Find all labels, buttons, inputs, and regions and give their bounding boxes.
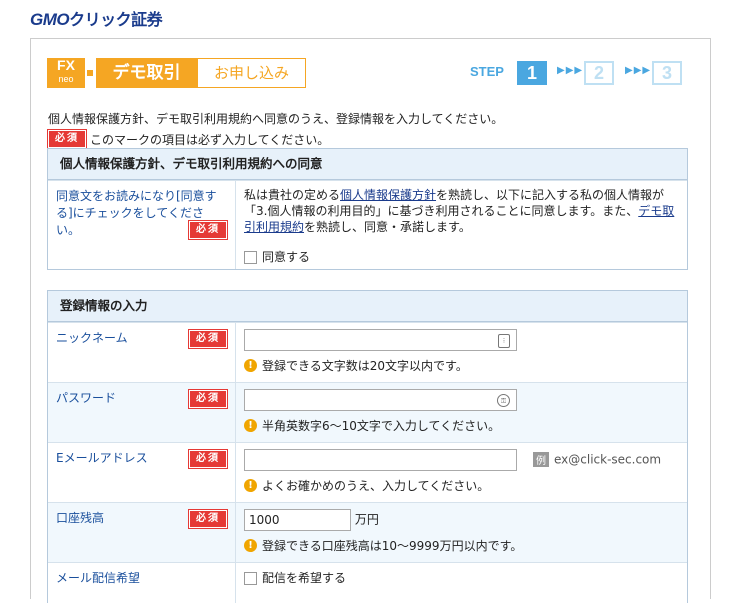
- nickname-note: 登録できる文字数は20文字以内です。: [262, 359, 468, 373]
- balance-row: 口座残高 必須 1000 万円 ! 登録できる口座残高は10～9999万円以内です…: [48, 502, 687, 562]
- required-badge: 必須: [188, 220, 228, 240]
- mail-checkbox[interactable]: [244, 572, 257, 585]
- info-icon: !: [244, 539, 257, 552]
- required-badge: 必須: [188, 329, 228, 349]
- email-row: Eメールアドレス 必須 例 ex@click-sec.com ! よくお確かめのうえ…: [48, 442, 687, 502]
- agreement-label: 同意文をお読みになり[同意する]にチェックをしてください。 必須: [48, 181, 236, 269]
- balance-unit: 万円: [354, 512, 379, 527]
- gmo-click-logo: GMOクリック証券: [30, 10, 163, 29]
- example-tag: 例: [533, 451, 549, 467]
- registration-heading: 登録情報の入力: [48, 291, 687, 322]
- brand-separator: [87, 70, 93, 76]
- demo-trade-title: デモ取引: [96, 58, 197, 88]
- agree-checkbox-row[interactable]: 同意する: [244, 249, 679, 265]
- intro-text: 個人情報保護方針、デモ取引利用規約へ同意のうえ、登録情報を入力してください。: [48, 112, 504, 126]
- keyboard-icon: ⁝: [498, 334, 510, 348]
- step-2: 2: [584, 61, 614, 85]
- key-icon: ⚿: [497, 394, 510, 407]
- info-icon: !: [244, 359, 257, 372]
- required-badge: 必須: [188, 509, 228, 529]
- email-note: よくお確かめのうえ、入力してください。: [262, 479, 490, 493]
- nickname-label: ニックネーム: [56, 331, 128, 345]
- email-example: ex@click-sec.com: [554, 452, 662, 467]
- mail-label: メール配信希望: [56, 571, 141, 585]
- info-icon: !: [244, 419, 257, 432]
- required-note: 必須 このマークの項目は必ず入力してください。: [47, 129, 330, 149]
- balance-input[interactable]: 1000: [244, 509, 351, 531]
- registration-section: 登録情報の入力 ニックネーム 必須 ⁝ ! 登録できる文字数は20文字以内です。 …: [47, 290, 688, 603]
- fx-neo-logo: FX neo: [47, 58, 85, 88]
- step-1: 1: [517, 61, 547, 85]
- nickname-input[interactable]: ⁝: [244, 329, 517, 351]
- agreement-text: 私は貴社の定める個人情報保護方針を熟読し、以下に記入する私の個人情報が「3.個人…: [236, 181, 687, 269]
- balance-label: 口座残高: [56, 511, 105, 525]
- agree-checkbox[interactable]: [244, 251, 257, 264]
- required-badge: 必須: [47, 129, 87, 149]
- step-label: STEP: [470, 64, 504, 79]
- step-dots-icon: ▶▶▶: [557, 65, 584, 76]
- step-dots-icon: ▶▶▶: [625, 65, 652, 76]
- balance-note: 登録できる口座残高は10～9999万円以内です。: [262, 539, 523, 553]
- password-label: パスワード: [56, 391, 117, 405]
- password-input[interactable]: ⚿: [244, 389, 517, 411]
- nickname-row: ニックネーム 必須 ⁝ ! 登録できる文字数は20文字以内です。: [48, 322, 687, 382]
- info-icon: !: [244, 479, 257, 492]
- mail-checkbox-label: 配信を希望する: [262, 571, 347, 585]
- required-badge: 必須: [188, 449, 228, 469]
- agreement-heading: 個人情報保護方針、デモ取引利用規約への同意: [48, 149, 687, 180]
- agreement-row: 同意文をお読みになり[同意する]にチェックをしてください。 必須 私は貴社の定め…: [48, 180, 687, 269]
- password-note: 半角英数字6～10文字で入力してください。: [262, 419, 501, 433]
- required-note-text: このマークの項目は必ず入力してください。: [90, 132, 330, 147]
- privacy-policy-link[interactable]: 個人情報保護方針: [340, 188, 436, 202]
- email-label: Eメールアドレス: [56, 451, 148, 465]
- agreement-section: 個人情報保護方針、デモ取引利用規約への同意 同意文をお読みになり[同意する]にチ…: [47, 148, 688, 270]
- email-input[interactable]: [244, 449, 517, 471]
- step-3: 3: [652, 61, 682, 85]
- agree-label: 同意する: [262, 250, 311, 264]
- mail-checkbox-row[interactable]: 配信を希望する: [236, 563, 687, 603]
- password-row: パスワード 必須 ⚿ ! 半角英数字6～10文字で入力してください。: [48, 382, 687, 442]
- mail-row: メール配信希望 配信を希望する: [48, 562, 687, 603]
- apply-title: お申し込み: [197, 58, 306, 88]
- required-badge: 必須: [188, 389, 228, 409]
